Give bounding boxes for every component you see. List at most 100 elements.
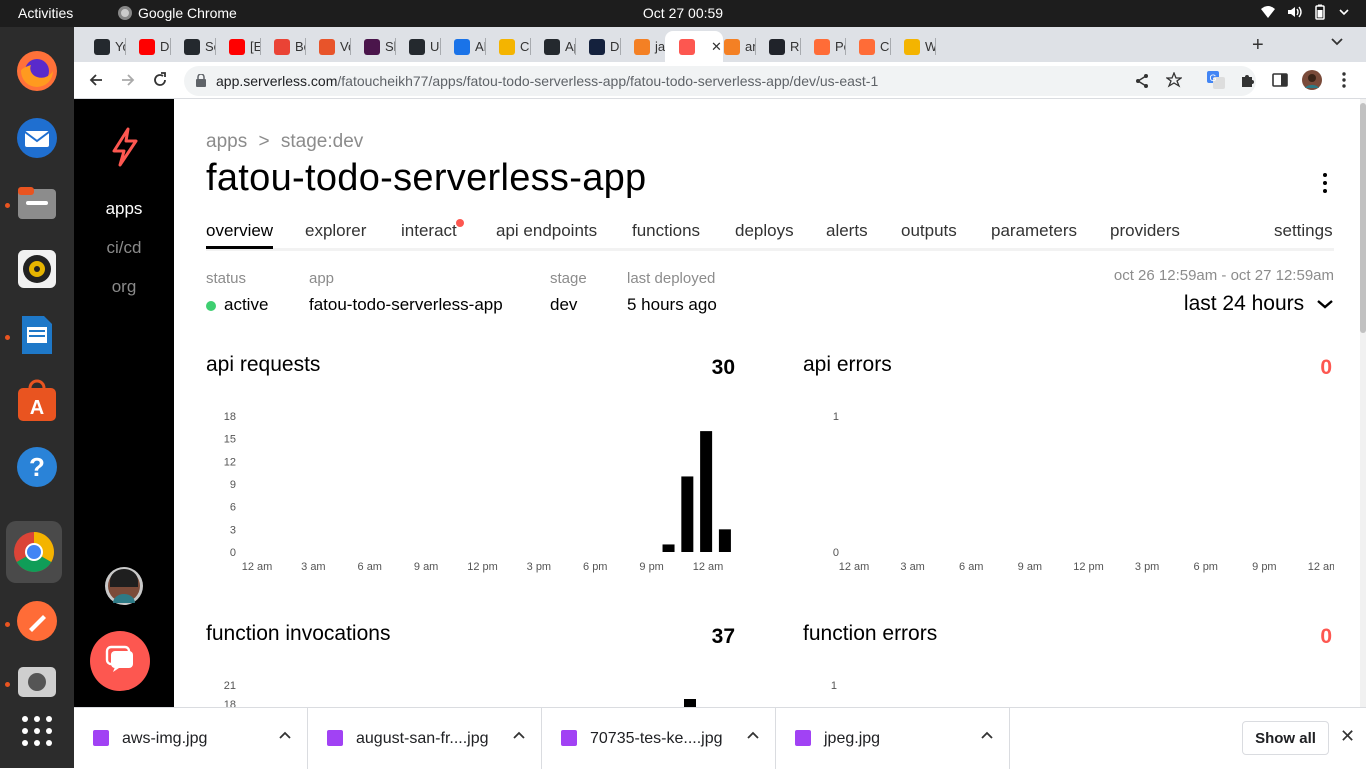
profile-avatar[interactable] [1302, 70, 1322, 90]
firefox-icon[interactable] [13, 47, 61, 95]
browser-tab[interactable]: Dev [125, 31, 170, 62]
screenshot-icon[interactable] [13, 661, 61, 701]
activities-button[interactable]: Activities [18, 5, 73, 21]
breadcrumb-apps[interactable]: apps [206, 131, 247, 152]
x-tick-label: 9 pm [639, 561, 663, 573]
browser-tab[interactable]: You [80, 31, 125, 62]
chevron-up-icon[interactable] [981, 727, 993, 743]
extensions-puzzle-icon[interactable] [1238, 70, 1258, 90]
chat-support-button[interactable] [90, 631, 150, 691]
files-icon[interactable] [13, 179, 61, 227]
back-icon[interactable] [86, 70, 106, 90]
chevron-up-icon[interactable] [747, 727, 759, 743]
browser-tab[interactable]: Bo [260, 31, 305, 62]
system-tray[interactable] [1260, 4, 1350, 23]
running-indicator [5, 622, 10, 627]
user-avatar[interactable] [105, 567, 143, 610]
reload-icon[interactable] [150, 70, 170, 90]
app-value: fatou-todo-serverless-app [309, 295, 503, 314]
chevron-up-icon[interactable] [513, 727, 525, 743]
browser-tab-label: Dev [610, 39, 620, 54]
share-icon[interactable] [1134, 73, 1150, 94]
chrome-menu-icon[interactable] [1334, 70, 1354, 90]
chrome-icon[interactable] [6, 521, 62, 583]
chevron-up-icon[interactable] [279, 727, 291, 743]
side-panel-icon[interactable] [1270, 70, 1290, 90]
browser-tab[interactable]: Clo [485, 31, 530, 62]
tab-settings[interactable]: settings [1274, 221, 1333, 241]
chart-bar[interactable] [718, 529, 731, 552]
url-host: app.serverless.com [216, 73, 338, 89]
lock-icon[interactable] [196, 73, 206, 92]
more-options-icon[interactable] [1318, 173, 1332, 195]
address-bar[interactable]: app.serverless.com/fatoucheikh77/apps/fa… [184, 66, 1256, 96]
time-range-label: last 24 hours [1183, 292, 1305, 315]
chart-title-function-errors: function errors [803, 622, 938, 645]
help-icon[interactable]: ? [13, 443, 61, 491]
tab-api-endpoints[interactable]: api endpoints [496, 221, 597, 241]
browser-tab[interactable]: jav [620, 31, 665, 62]
last-deployed-value: 5 hours ago [627, 295, 717, 314]
app-center-icon[interactable]: A [13, 377, 61, 425]
download-item[interactable]: 70735-tes-ke....jpg [542, 708, 776, 769]
postman-icon[interactable] [13, 597, 61, 645]
browser-tab[interactable]: Vo [305, 31, 350, 62]
browser-tab[interactable]: [EN [215, 31, 260, 62]
rhythmbox-icon[interactable] [13, 245, 61, 293]
time-range-dropdown[interactable]: last 24 hours [1184, 292, 1334, 316]
browser-tab[interactable]: Po [800, 31, 845, 62]
show-all-downloads-button[interactable]: Show all [1242, 721, 1329, 755]
download-item[interactable]: jpeg.jpg [776, 708, 1010, 769]
bookmark-star-icon[interactable] [1165, 71, 1183, 93]
tab-functions[interactable]: functions [632, 221, 700, 241]
thunderbird-icon[interactable] [13, 114, 61, 162]
tab-deploys[interactable]: deploys [735, 221, 794, 241]
tab-overview[interactable]: overview [206, 221, 274, 249]
browser-tab[interactable]: Re [755, 31, 800, 62]
tab-outputs[interactable]: outputs [901, 221, 957, 241]
tab-explorer[interactable]: explorer [305, 221, 366, 241]
serverless-logo-icon[interactable] [110, 127, 140, 172]
browser-tab[interactable]: Sla [350, 31, 395, 62]
new-tab-button[interactable]: + [1252, 34, 1264, 57]
close-downloads-icon[interactable]: ✕ [1340, 726, 1355, 747]
page-scrollbar[interactable] [1360, 99, 1366, 707]
breadcrumb-stage[interactable]: stage:dev [281, 131, 363, 152]
url-text[interactable]: app.serverless.com/fatoucheikh77/apps/fa… [216, 73, 878, 89]
libreoffice-writer-icon[interactable] [13, 311, 61, 359]
download-item[interactable]: aws-img.jpg [74, 708, 308, 769]
app-menu[interactable]: Google Chrome [118, 5, 237, 21]
forward-icon[interactable] [118, 70, 138, 90]
show-apps-icon[interactable] [13, 707, 61, 755]
tab-interact[interactable]: interact [401, 219, 464, 241]
chart-bar[interactable] [681, 476, 694, 552]
sidebar-item-org[interactable]: org [74, 277, 174, 297]
system-top-bar: Activities Google Chrome Oct 27 00:59 [0, 0, 1366, 27]
browser-tab[interactable]: Uda [395, 31, 440, 62]
tab-search-icon[interactable] [1330, 34, 1344, 53]
sidebar-item-apps[interactable]: apps [74, 199, 174, 219]
browser-tab[interactable]: Dev [575, 31, 620, 62]
browser-tab[interactable]: Wo [890, 31, 935, 62]
api-errors-total: 0 [1320, 356, 1332, 379]
last-deployed-label: last deployed [627, 270, 716, 287]
function-errors-chart: 1 [831, 680, 837, 692]
chart-bar[interactable] [700, 431, 713, 552]
browser-tab[interactable]: am [710, 31, 755, 62]
browser-tab-label: Cre [880, 39, 890, 54]
tab-alerts[interactable]: alerts [826, 221, 868, 241]
scrollbar-thumb[interactable] [1360, 103, 1366, 333]
browser-tab[interactable]: ALX [440, 31, 485, 62]
browser-tab[interactable]: Ser [170, 31, 215, 62]
y-tick-label: 6 [230, 502, 236, 514]
browser-tab-label: [EN [250, 39, 260, 54]
sidebar-item-cicd[interactable]: ci/cd [74, 238, 174, 258]
tab-parameters[interactable]: parameters [991, 221, 1077, 241]
download-item[interactable]: august-san-fr....jpg [308, 708, 542, 769]
dock: A ? [0, 27, 74, 768]
chart-bar[interactable] [662, 544, 675, 552]
translate-extension-icon[interactable]: G [1206, 70, 1226, 90]
browser-tab[interactable]: Cre [845, 31, 890, 62]
browser-tab[interactable]: Ap [530, 31, 575, 62]
tab-providers[interactable]: providers [1110, 221, 1180, 241]
